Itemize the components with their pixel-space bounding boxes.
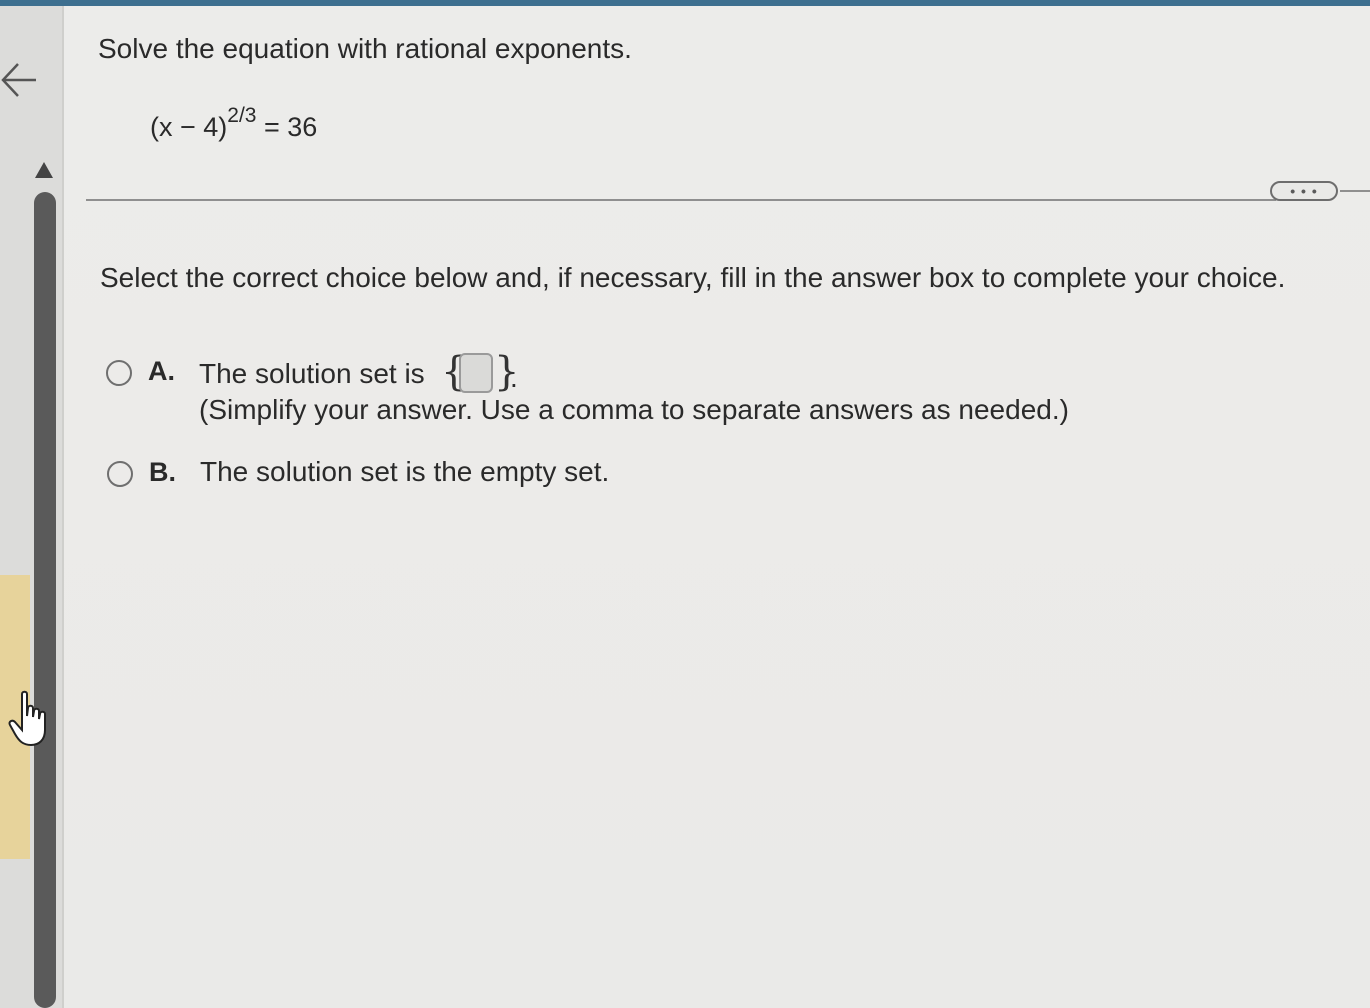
hand-cursor-icon	[6, 690, 52, 748]
choice-b-radio[interactable]	[107, 461, 133, 487]
more-options-button[interactable]: • • •	[1270, 181, 1338, 201]
choice-a-hint: (Simplify your answer. Use a comma to se…	[199, 394, 1069, 425]
choice-a-text: The solution set is	[199, 358, 425, 389]
section-divider	[86, 199, 1276, 201]
question-title: Solve the equation with rational exponen…	[98, 33, 632, 64]
equation: (x − 4)2/3 = 36	[150, 104, 318, 143]
section-divider-right	[1340, 190, 1370, 192]
equation-exponent: 2/3	[227, 104, 257, 127]
equation-base: (x − 4)	[150, 112, 228, 142]
choice-a-letter: A.	[148, 356, 175, 386]
scroll-up-icon[interactable]	[33, 160, 55, 182]
scrollbar-thumb[interactable]	[34, 192, 56, 1008]
choice-b-letter: B.	[149, 457, 176, 487]
back-arrow-icon[interactable]	[0, 54, 40, 102]
answer-period: .	[510, 362, 518, 393]
choice-a-radio[interactable]	[106, 360, 132, 386]
answer-input[interactable]	[459, 353, 493, 393]
instruction-text: Select the correct choice below and, if …	[100, 262, 1286, 293]
equation-rhs: = 36	[264, 112, 318, 142]
choice-b-text: The solution set is the empty set.	[200, 456, 610, 487]
question-panel	[64, 6, 1370, 1008]
